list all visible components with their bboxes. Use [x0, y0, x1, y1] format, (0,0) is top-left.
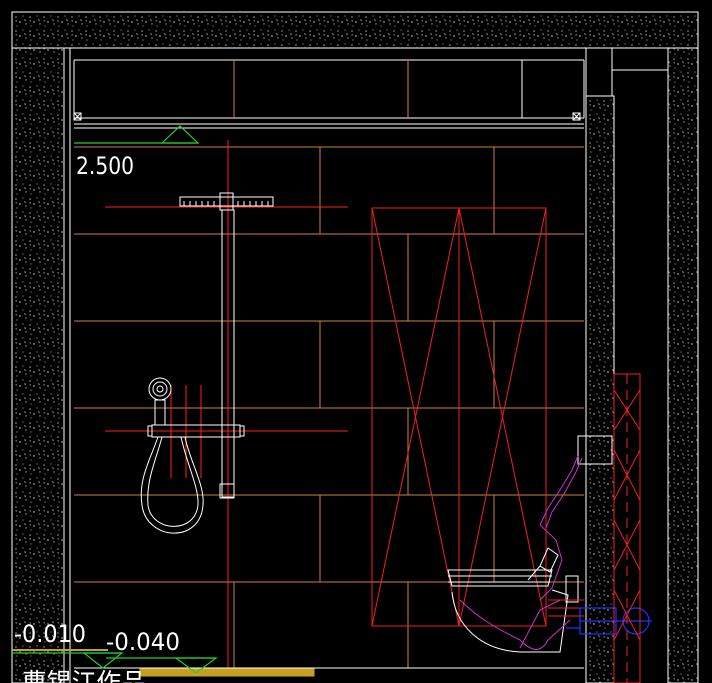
service-duct	[613, 373, 641, 683]
elevation-label-floor-left: -0.010	[14, 620, 86, 648]
right-wall-outer	[667, 47, 699, 683]
elevation-label-floor-right: -0.040	[106, 628, 180, 656]
tile-grid	[74, 60, 584, 668]
wall-hung-toilet-icon	[447, 455, 584, 653]
ceiling-cornice	[73, 112, 584, 129]
elevation-marker-top	[74, 125, 200, 144]
bathroom-elevation-drawing: 2.500 -0.010 -0.040 曹锡江作品	[11, 11, 699, 683]
shower-riser-pipe	[147, 209, 245, 499]
ceiling-slab	[11, 11, 699, 49]
elevation-label-top: 2.500	[76, 152, 134, 180]
left-wall	[11, 47, 65, 683]
fixture-centre-lines	[105, 140, 348, 670]
hand-shower-icon	[140, 377, 204, 534]
author-caption: 曹锡江作品	[22, 669, 146, 683]
recessed-niche	[371, 207, 547, 627]
right-wall-inner	[585, 95, 615, 683]
